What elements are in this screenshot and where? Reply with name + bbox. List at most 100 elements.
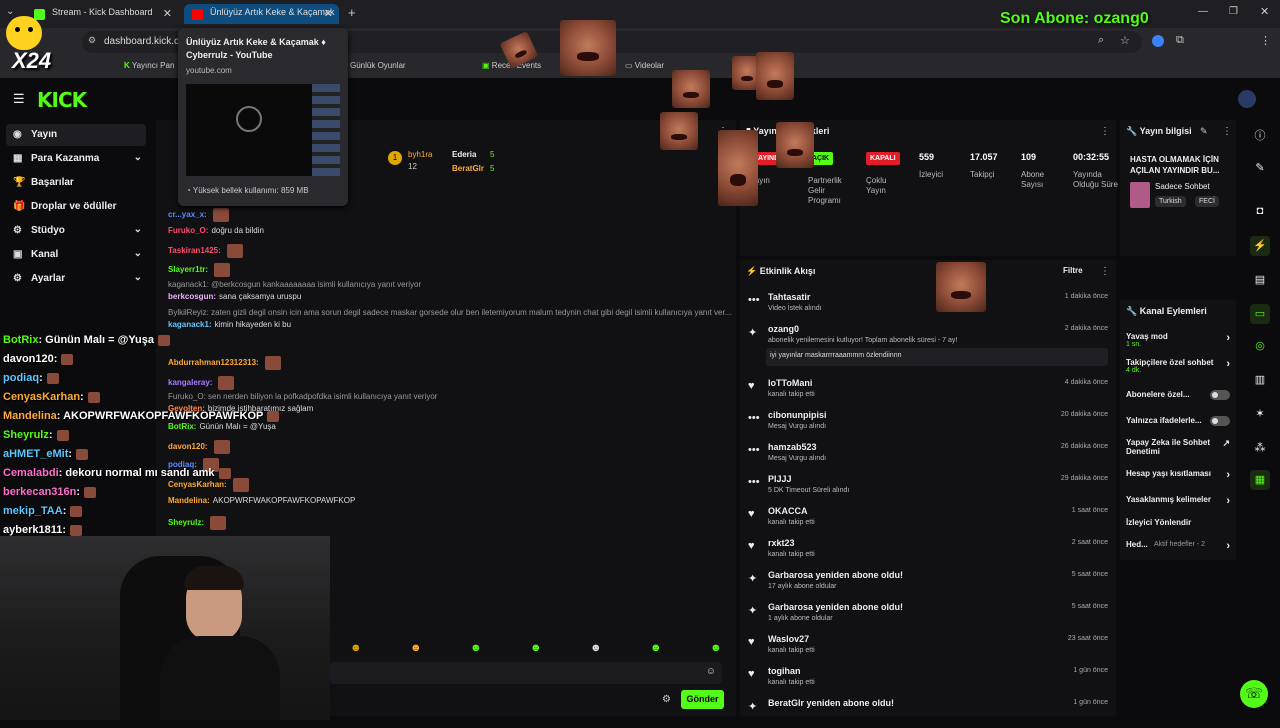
channel-action-item[interactable]: İzleyici Yönlendir [1126,518,1234,527]
puzzle-icon[interactable]: ⧉ [1176,34,1184,47]
chevron-down-icon[interactable]: ⌄ [134,272,142,283]
chevron-right-icon[interactable]: › [1226,495,1230,507]
new-tab-icon[interactable]: + [348,5,356,20]
send-button[interactable]: Gönder [681,690,724,709]
pencil-icon[interactable]: ✎ [1250,158,1270,178]
sidebar-item-0[interactable]: ◉ Yayın [6,124,146,146]
events-menu-icon[interactable]: ⋮ [1100,266,1110,277]
event-item[interactable]: ♥ togihan kanalı takip etti 1 gün önce [748,666,1110,696]
list-icon[interactable]: ▤ [1250,270,1270,290]
chat-username[interactable]: Slayerr1tr: [168,265,208,274]
emote-icon[interactable]: ☻ [590,642,602,654]
chevron-down-icon[interactable]: ⌄ [134,248,142,259]
channel-action-item[interactable]: Yapay Zeka ile Sohbet Denetimi ↗ [1126,438,1234,456]
window-close-icon[interactable]: ✕ [1260,5,1269,18]
external-link-icon[interactable]: ↗ [1222,438,1230,449]
info-icon[interactable]: ⓘ [1250,124,1270,144]
chat-icon[interactable]: ▭ [1250,304,1270,324]
chat-username[interactable]: cr...yax_x: [168,210,207,219]
event-item[interactable]: ✦ Garbarosa yeniden abone oldu! 17 aylık a… [748,570,1110,600]
bookmark-folder[interactable]: ▭ Videolar [625,61,664,70]
edit-icon[interactable]: ✎ [1200,126,1208,137]
tab-youtube[interactable]: Ünlüyüz Artık Keke & Kaçamak ✕ [184,4,339,24]
emote-icon[interactable]: ☻ [530,642,542,654]
emote-icon[interactable]: ☻ [410,642,422,654]
event-item[interactable]: ♥ rxkt23 kanalı takip etti 2 saat önce [748,538,1110,568]
extension-icon[interactable] [1152,35,1164,47]
tab-search-icon[interactable]: ⌄ [6,6,14,17]
channel-action-item[interactable]: Yalnızca ifadelerle... [1126,416,1234,426]
stats-menu-icon[interactable]: ⋮ [1100,126,1110,137]
avatar[interactable] [1238,90,1256,108]
channel-action-item[interactable]: Yasaklanmış kelimeler › [1126,495,1234,507]
chevron-right-icon[interactable]: › [1226,469,1230,481]
event-item[interactable]: ♥ Waslov27 kanalı takip etti 23 saat önce [748,634,1110,664]
site-info-icon[interactable]: ⚙ [88,35,96,46]
channel-action-item[interactable]: Abonelere özel... [1126,390,1234,400]
chevron-down-icon[interactable]: ⌄ [134,152,142,163]
tab-kick-dashboard[interactable]: Stream - Kick Dashboard ✕ [26,4,178,24]
users-icon[interactable]: ⁂ [1250,438,1270,458]
chat-username[interactable]: berkcosgun: [168,292,216,301]
event-item[interactable]: ♥ loTToMani kanalı takip etti 4 dakika önce [748,378,1110,408]
event-item[interactable]: ••• cibonunpipisi Mesaj Vurgu alındı 20 dak… [748,410,1110,440]
sidebar-item-3[interactable]: 🎁 Droplar ve ödüller [6,196,146,218]
emote-icon[interactable]: ☻ [350,642,362,654]
channel-action-item[interactable]: Yavaş mod 1 sn. › [1126,332,1234,348]
chat-input[interactable]: ☺ [330,662,722,684]
chat-settings-icon[interactable]: ⚙ [662,694,671,705]
chevron-down-icon[interactable]: ⌄ [134,224,142,235]
bookmark-item[interactable]: Günlük Oyunlar [350,61,406,70]
star-icon[interactable]: ☆ [1120,34,1130,47]
chat-username[interactable]: davon120: [168,442,208,451]
maximize-icon[interactable]: ❐ [1229,6,1238,17]
close-icon[interactable]: ✕ [324,7,333,20]
channel-action-item[interactable]: Hesap yaşı kısıtlaması › [1126,469,1234,481]
event-item[interactable]: ♥ OKACCA kanalı takip etti 1 saat önce [748,506,1110,536]
filter-button[interactable]: Filtre [1063,266,1083,275]
chat-username[interactable]: kaganack1: [168,320,212,329]
chevron-right-icon[interactable]: › [1226,540,1230,552]
channel-action-item[interactable]: Hed... Aktif hedefler - 2 › [1126,540,1234,552]
broadcast-icon[interactable]: ◎ [1250,336,1270,356]
emote-icon[interactable]: ☻ [710,642,722,654]
queue-icon[interactable]: ▥ [1250,370,1270,390]
chat-username[interactable]: Furuko_O: [168,226,208,235]
chat-username[interactable]: CenyasKarhan: [168,480,227,489]
chat-username[interactable]: BylkilReyiz: zaten gizli degil onsin ici… [168,308,731,317]
event-item[interactable]: ✦ BeratGlr yeniden abone oldu! 1 gün önce [748,698,1110,728]
emote-icon[interactable]: ☻ [650,642,662,654]
sidebar-item-6[interactable]: ⚙ Ayarlar ⌄ [6,268,146,290]
chevron-right-icon[interactable]: › [1226,332,1230,344]
bolt-icon[interactable]: ⚡ [1250,236,1270,256]
close-icon[interactable]: ✕ [163,7,172,20]
chevron-right-icon[interactable]: › [1226,358,1230,370]
sidebar-item-5[interactable]: ▣ Kanal ⌄ [6,244,146,266]
info-menu-icon[interactable]: ⋮ [1222,126,1232,137]
event-item[interactable]: ••• hamzab523 Mesaj Vurgu alındı 26 dakika … [748,442,1110,472]
chat-username[interactable]: Sheyrulz: [168,518,204,527]
tools-icon[interactable]: ✶ [1250,404,1270,424]
sidebar-item-1[interactable]: ▦ Para Kazanma ⌄ [6,148,146,170]
menu-icon[interactable]: ⋮ [1260,34,1271,47]
sidebar-item-2[interactable]: 🏆 Başarılar [6,172,146,194]
channel-action-item[interactable]: Takipçilere özel sohbet 4 dk. › [1126,358,1234,374]
event-item[interactable]: ••• PIJJJ 5 DK Timeout Süreli alındı 29 dak… [748,474,1110,504]
bookmark-item[interactable]: K Yayıncı Pan [124,61,174,70]
chat-username[interactable]: BotRix: [168,422,196,431]
hamburger-icon[interactable]: ☰ [13,91,25,107]
chat-username[interactable]: Abdurrahman12312313: [168,358,259,367]
event-item[interactable]: ✦ ozang0 abonelik yenilemesini kutluyor! T… [748,324,1110,366]
event-item[interactable]: ••• Tahtasatir Video İstek alındı 1 dakika … [748,292,1110,322]
chat-username[interactable]: Mandelina: [168,496,210,505]
zoom-icon[interactable]: ⌕ [1098,34,1104,47]
emoji-picker-icon[interactable]: ☺ [706,666,716,677]
emote-icon[interactable]: ☻ [470,642,482,654]
minimize-icon[interactable]: — [1198,6,1208,17]
event-item[interactable]: ✦ Garbarosa yeniden abone oldu! 1 aylık ab… [748,602,1110,632]
grid-icon[interactable]: ▦ [1250,470,1270,490]
sidebar-item-4[interactable]: ⚙ Stüdyo ⌄ [6,220,146,242]
toggle-switch[interactable] [1210,416,1230,426]
camera-icon[interactable]: ◘ [1250,202,1270,222]
help-icon[interactable]: ☏ [1240,680,1268,708]
